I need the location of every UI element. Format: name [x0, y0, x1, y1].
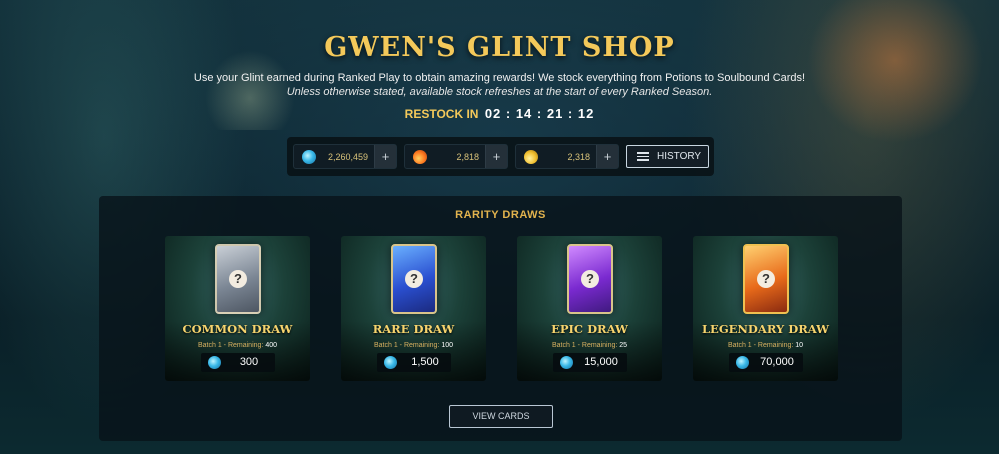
- price-value: 15,000: [584, 356, 618, 368]
- currency-value: 2,818: [456, 152, 479, 162]
- batch-label: Batch 1 - Remaining:: [551, 342, 618, 349]
- draw-batch-info: Batch 1 - Remaining: 100: [341, 342, 486, 349]
- glint-icon: [208, 356, 221, 369]
- legendary-card-art: ?: [743, 244, 789, 314]
- shop-description: Use your Glint earned during Ranked Play…: [193, 72, 806, 84]
- draw-name: LEGENDARY DRAW: [701, 322, 830, 336]
- question-mark-icon: ?: [757, 270, 775, 288]
- red-potion-icon: [413, 150, 427, 164]
- price-value: 1,500: [411, 356, 439, 368]
- draw-name: RARE DRAW: [372, 322, 455, 336]
- add-gold-potion-button[interactable]: +: [596, 145, 618, 168]
- currency-gold-potion: 2,318 +: [515, 144, 619, 169]
- draw-price[interactable]: 70,000: [729, 353, 803, 372]
- glint-icon: [384, 356, 397, 369]
- currency-value: 2,318: [567, 152, 590, 162]
- gold-potion-icon: [524, 150, 538, 164]
- draw-batch-info: Batch 1 - Remaining: 10: [693, 342, 838, 349]
- remaining-count: 400: [265, 342, 277, 349]
- rare-card-art: ?: [391, 244, 437, 314]
- draw-name: EPIC DRAW: [551, 322, 628, 336]
- draw-price[interactable]: 1,500: [377, 353, 451, 372]
- question-mark-icon: ?: [405, 270, 423, 288]
- remaining-count: 10: [795, 342, 804, 349]
- list-icon: [637, 152, 649, 161]
- shop-restock-note: Unless otherwise stated, available stock…: [286, 86, 713, 98]
- history-label: HISTORY: [657, 151, 702, 162]
- currency-glint: 2,260,459 +: [293, 144, 397, 169]
- add-glint-button[interactable]: +: [374, 145, 396, 168]
- restock-timer: RESTOCK IN 02 : 14 : 21 : 12: [0, 106, 999, 121]
- page-title: GWEN'S GLINT SHOP: [324, 32, 675, 63]
- draw-batch-info: Batch 1 - Remaining: 25: [517, 342, 662, 349]
- common-draw-card[interactable]: ? COMMON DRAW Batch 1 - Remaining: 400 3…: [165, 236, 310, 381]
- epic-card-art: ?: [567, 244, 613, 314]
- draw-price[interactable]: 15,000: [553, 353, 627, 372]
- view-cards-button[interactable]: VIEW CARDS: [449, 405, 553, 428]
- batch-label: Batch 1 - Remaining:: [373, 342, 440, 349]
- rarity-draws-panel: RARITY DRAWS ? COMMON DRAW Batch 1 - Rem…: [99, 196, 902, 441]
- batch-label: Batch 1 - Remaining:: [197, 342, 264, 349]
- price-value: 300: [239, 356, 259, 368]
- currency-value: 2,260,459: [327, 152, 368, 162]
- add-red-potion-button[interactable]: +: [485, 145, 507, 168]
- common-card-art: ?: [215, 244, 261, 314]
- question-mark-icon: ?: [581, 270, 599, 288]
- glint-icon: [560, 356, 573, 369]
- epic-draw-card[interactable]: ? EPIC DRAW Batch 1 - Remaining: 25 15,0…: [517, 236, 662, 381]
- section-title: RARITY DRAWS: [455, 209, 546, 221]
- price-value: 70,000: [760, 356, 794, 368]
- batch-label: Batch 1 - Remaining:: [727, 342, 794, 349]
- glint-icon: [736, 356, 749, 369]
- history-button[interactable]: HISTORY: [626, 145, 709, 168]
- restock-label: RESTOCK IN: [404, 107, 479, 121]
- draw-price[interactable]: 300: [201, 353, 275, 372]
- draw-name: COMMON DRAW: [182, 322, 293, 336]
- rare-draw-card[interactable]: ? RARE DRAW Batch 1 - Remaining: 100 1,5…: [341, 236, 486, 381]
- question-mark-icon: ?: [229, 270, 247, 288]
- restock-countdown: 02 : 14 : 21 : 12: [484, 106, 595, 121]
- glint-icon: [302, 150, 316, 164]
- currency-red-potion: 2,818 +: [404, 144, 508, 169]
- currency-bar: 2,260,459 + 2,818 + 2,318 + HISTORY: [287, 137, 714, 176]
- legendary-draw-card[interactable]: ? LEGENDARY DRAW Batch 1 - Remaining: 10…: [693, 236, 838, 381]
- draw-batch-info: Batch 1 - Remaining: 400: [165, 342, 310, 349]
- remaining-count: 25: [619, 342, 628, 349]
- remaining-count: 100: [441, 342, 453, 349]
